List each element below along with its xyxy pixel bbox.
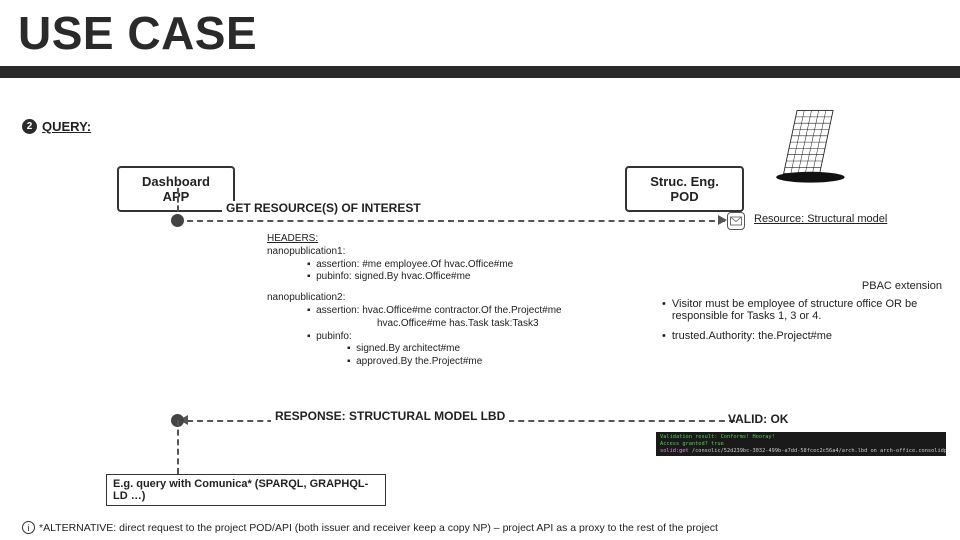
resource-label: Resource: Structural model [754,213,887,225]
step-number: 2 [22,119,37,134]
arrow-icon [718,215,727,225]
flow-line-get [177,220,735,222]
get-label: GET RESOURCE(S) OF INTEREST [222,201,425,215]
envelope-icon [727,212,745,230]
flow-dot [171,214,184,227]
footnote: i *ALTERNATIVE: direct request to the pr… [22,521,718,534]
building-icon [760,107,850,189]
terminal-output: Validation result: Conforms! Hooray! Acc… [656,432,946,456]
headers-block: HEADERS: nanopublication1: ▪ assertion: … [267,233,637,369]
valid-label: VALID: OK [728,412,788,426]
pod-box: Struc. Eng. POD [625,166,744,212]
page-title: USE CASE [18,6,257,60]
dashboard-box: Dashboard APP [117,166,235,212]
info-icon: i [22,521,35,534]
response-label: RESPONSE: STRUCTURAL MODEL LBD [271,409,509,423]
comunica-box: E.g. query with Comunica* (SPARQL, GRAPH… [106,474,386,506]
step-label: QUERY: [42,119,91,134]
flow-line [177,420,179,474]
pbac-block: PBAC extension •Visitor must be employee… [662,280,942,350]
